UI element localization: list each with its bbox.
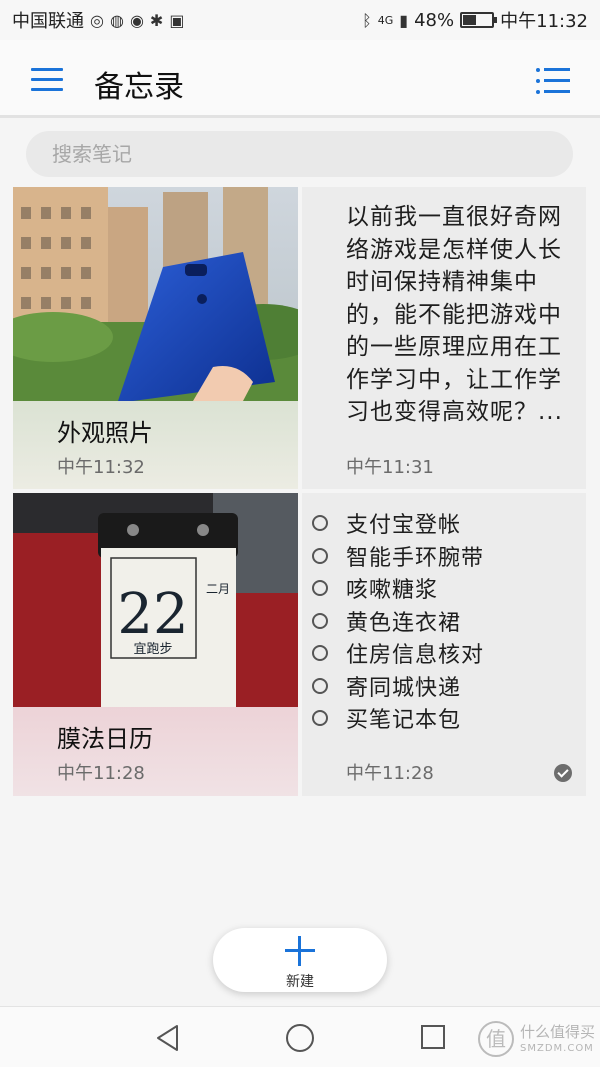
unchecked-circle-icon[interactable]	[312, 710, 328, 727]
note-card-calendar[interactable]: 22 宜跑步 二月 膜法日历 中午11:28	[13, 493, 298, 796]
checklist-item[interactable]: 住房信息核对	[312, 637, 582, 670]
signal-icon: ▮	[399, 10, 409, 30]
note-time: 中午11:28	[57, 763, 145, 784]
calendar-photo-image: 22 宜跑步 二月	[13, 493, 298, 707]
home-icon[interactable]	[286, 1024, 314, 1052]
carrier-label: 中国联通	[12, 11, 84, 32]
unchecked-circle-icon[interactable]	[312, 612, 328, 629]
note-time: 中午11:28	[346, 763, 434, 784]
new-note-label: 新建	[286, 974, 314, 990]
weibo-icon: ◉	[129, 10, 144, 30]
battery-percent: 48%	[414, 9, 455, 31]
unchecked-circle-icon[interactable]	[312, 645, 328, 662]
checklist-item-label: 寄同城快递	[346, 675, 462, 701]
status-time: 中午11:32	[500, 11, 588, 32]
checklist: 支付宝登帐 智能手环腕带 咳嗽糖浆 黄色连衣裙 住房信息核对 寄同城快递 买笔记…	[312, 507, 582, 735]
watermark-logo: 值	[478, 1021, 514, 1057]
note-caption: 外观照片 中午11:32	[13, 401, 298, 489]
list-view-icon[interactable]	[536, 68, 570, 94]
checklist-item[interactable]: 支付宝登帐	[312, 507, 582, 540]
bluetooth-icon: ᛒ	[362, 10, 372, 30]
checklist-item-label: 支付宝登帐	[346, 513, 462, 539]
new-note-button[interactable]: 新建	[213, 928, 387, 992]
app-icon: ✱	[149, 10, 164, 30]
note-time: 中午11:31	[346, 457, 434, 478]
calendar-month: 二月	[206, 582, 230, 596]
status-bar: 中国联通 ◎ ◍ ◉ ✱ ▣ ᛒ 4G ▮ 48% 中午11:32	[0, 0, 600, 40]
battery-fill	[463, 15, 477, 25]
checklist-item[interactable]: 寄同城快递	[312, 670, 582, 703]
note-title: 外观照片	[57, 419, 153, 447]
note-caption: 膜法日历 中午11:28	[13, 707, 298, 796]
system-nav-bar: 值 什么值得买 SMZDM.COM	[0, 1006, 600, 1067]
shield-icon: ▣	[169, 10, 185, 30]
checklist-item-label: 住房信息核对	[346, 643, 485, 669]
unchecked-circle-icon[interactable]	[312, 580, 328, 597]
watermark-sub: SMZDM.COM	[520, 1043, 594, 1054]
page-title: 备忘录	[94, 70, 184, 105]
checklist-item[interactable]: 智能手环腕带	[312, 540, 582, 573]
battery-icon	[460, 12, 498, 28]
calendar-day: 22	[117, 582, 188, 647]
calendar-note: 宜跑步	[133, 642, 172, 657]
checklist-item[interactable]: 买笔记本包	[312, 702, 582, 735]
app-bar: 备忘录	[0, 40, 600, 118]
check-circle-icon	[554, 764, 572, 782]
note-text: 以前我一直很好奇网络游戏是怎样使人长时间保持精神集中的，能不能把游戏中的一些原理…	[346, 204, 563, 425]
checklist-item-label: 黄色连衣裙	[346, 610, 462, 636]
note-time: 中午11:32	[57, 457, 145, 478]
checklist-item[interactable]: 咳嗽糖浆	[312, 572, 582, 605]
maps-icon: ◎	[90, 10, 104, 30]
phone-photo-image	[13, 187, 298, 401]
checklist-item-label: 买笔记本包	[346, 708, 462, 734]
plus-icon	[285, 936, 315, 966]
search-input[interactable]	[26, 131, 573, 177]
wechat-icon: ◍	[109, 10, 124, 30]
note-card-checklist[interactable]: 支付宝登帐 智能手环腕带 咳嗽糖浆 黄色连衣裙 住房信息核对 寄同城快递 买笔记…	[302, 493, 586, 796]
watermark-text: 什么值得买	[520, 1023, 596, 1041]
status-left: 中国联通 ◎ ◍ ◉ ✱ ▣	[12, 7, 184, 33]
note-card-text[interactable]: 以前我一直很好奇网络游戏是怎样使人长时间保持精神集中的，能不能把游戏中的一些原理…	[302, 187, 586, 489]
checklist-item-label: 智能手环腕带	[346, 545, 485, 571]
note-card-photo[interactable]: 外观照片 中午11:32	[13, 187, 298, 489]
unchecked-circle-icon[interactable]	[312, 677, 328, 694]
back-icon[interactable]	[155, 1024, 181, 1052]
watermark: 值 什么值得买 SMZDM.COM	[478, 1015, 596, 1065]
checklist-item[interactable]: 黄色连衣裙	[312, 605, 582, 638]
hamburger-menu-icon[interactable]	[31, 68, 63, 92]
note-title: 膜法日历	[57, 725, 153, 753]
checklist-item-label: 咳嗽糖浆	[346, 578, 439, 604]
recents-icon[interactable]	[421, 1025, 445, 1049]
unchecked-circle-icon[interactable]	[312, 515, 328, 532]
unchecked-circle-icon[interactable]	[312, 547, 328, 564]
status-right: ᛒ 4G ▮ 48% 中午11:32	[362, 7, 588, 33]
network-type: 4G	[377, 13, 394, 27]
